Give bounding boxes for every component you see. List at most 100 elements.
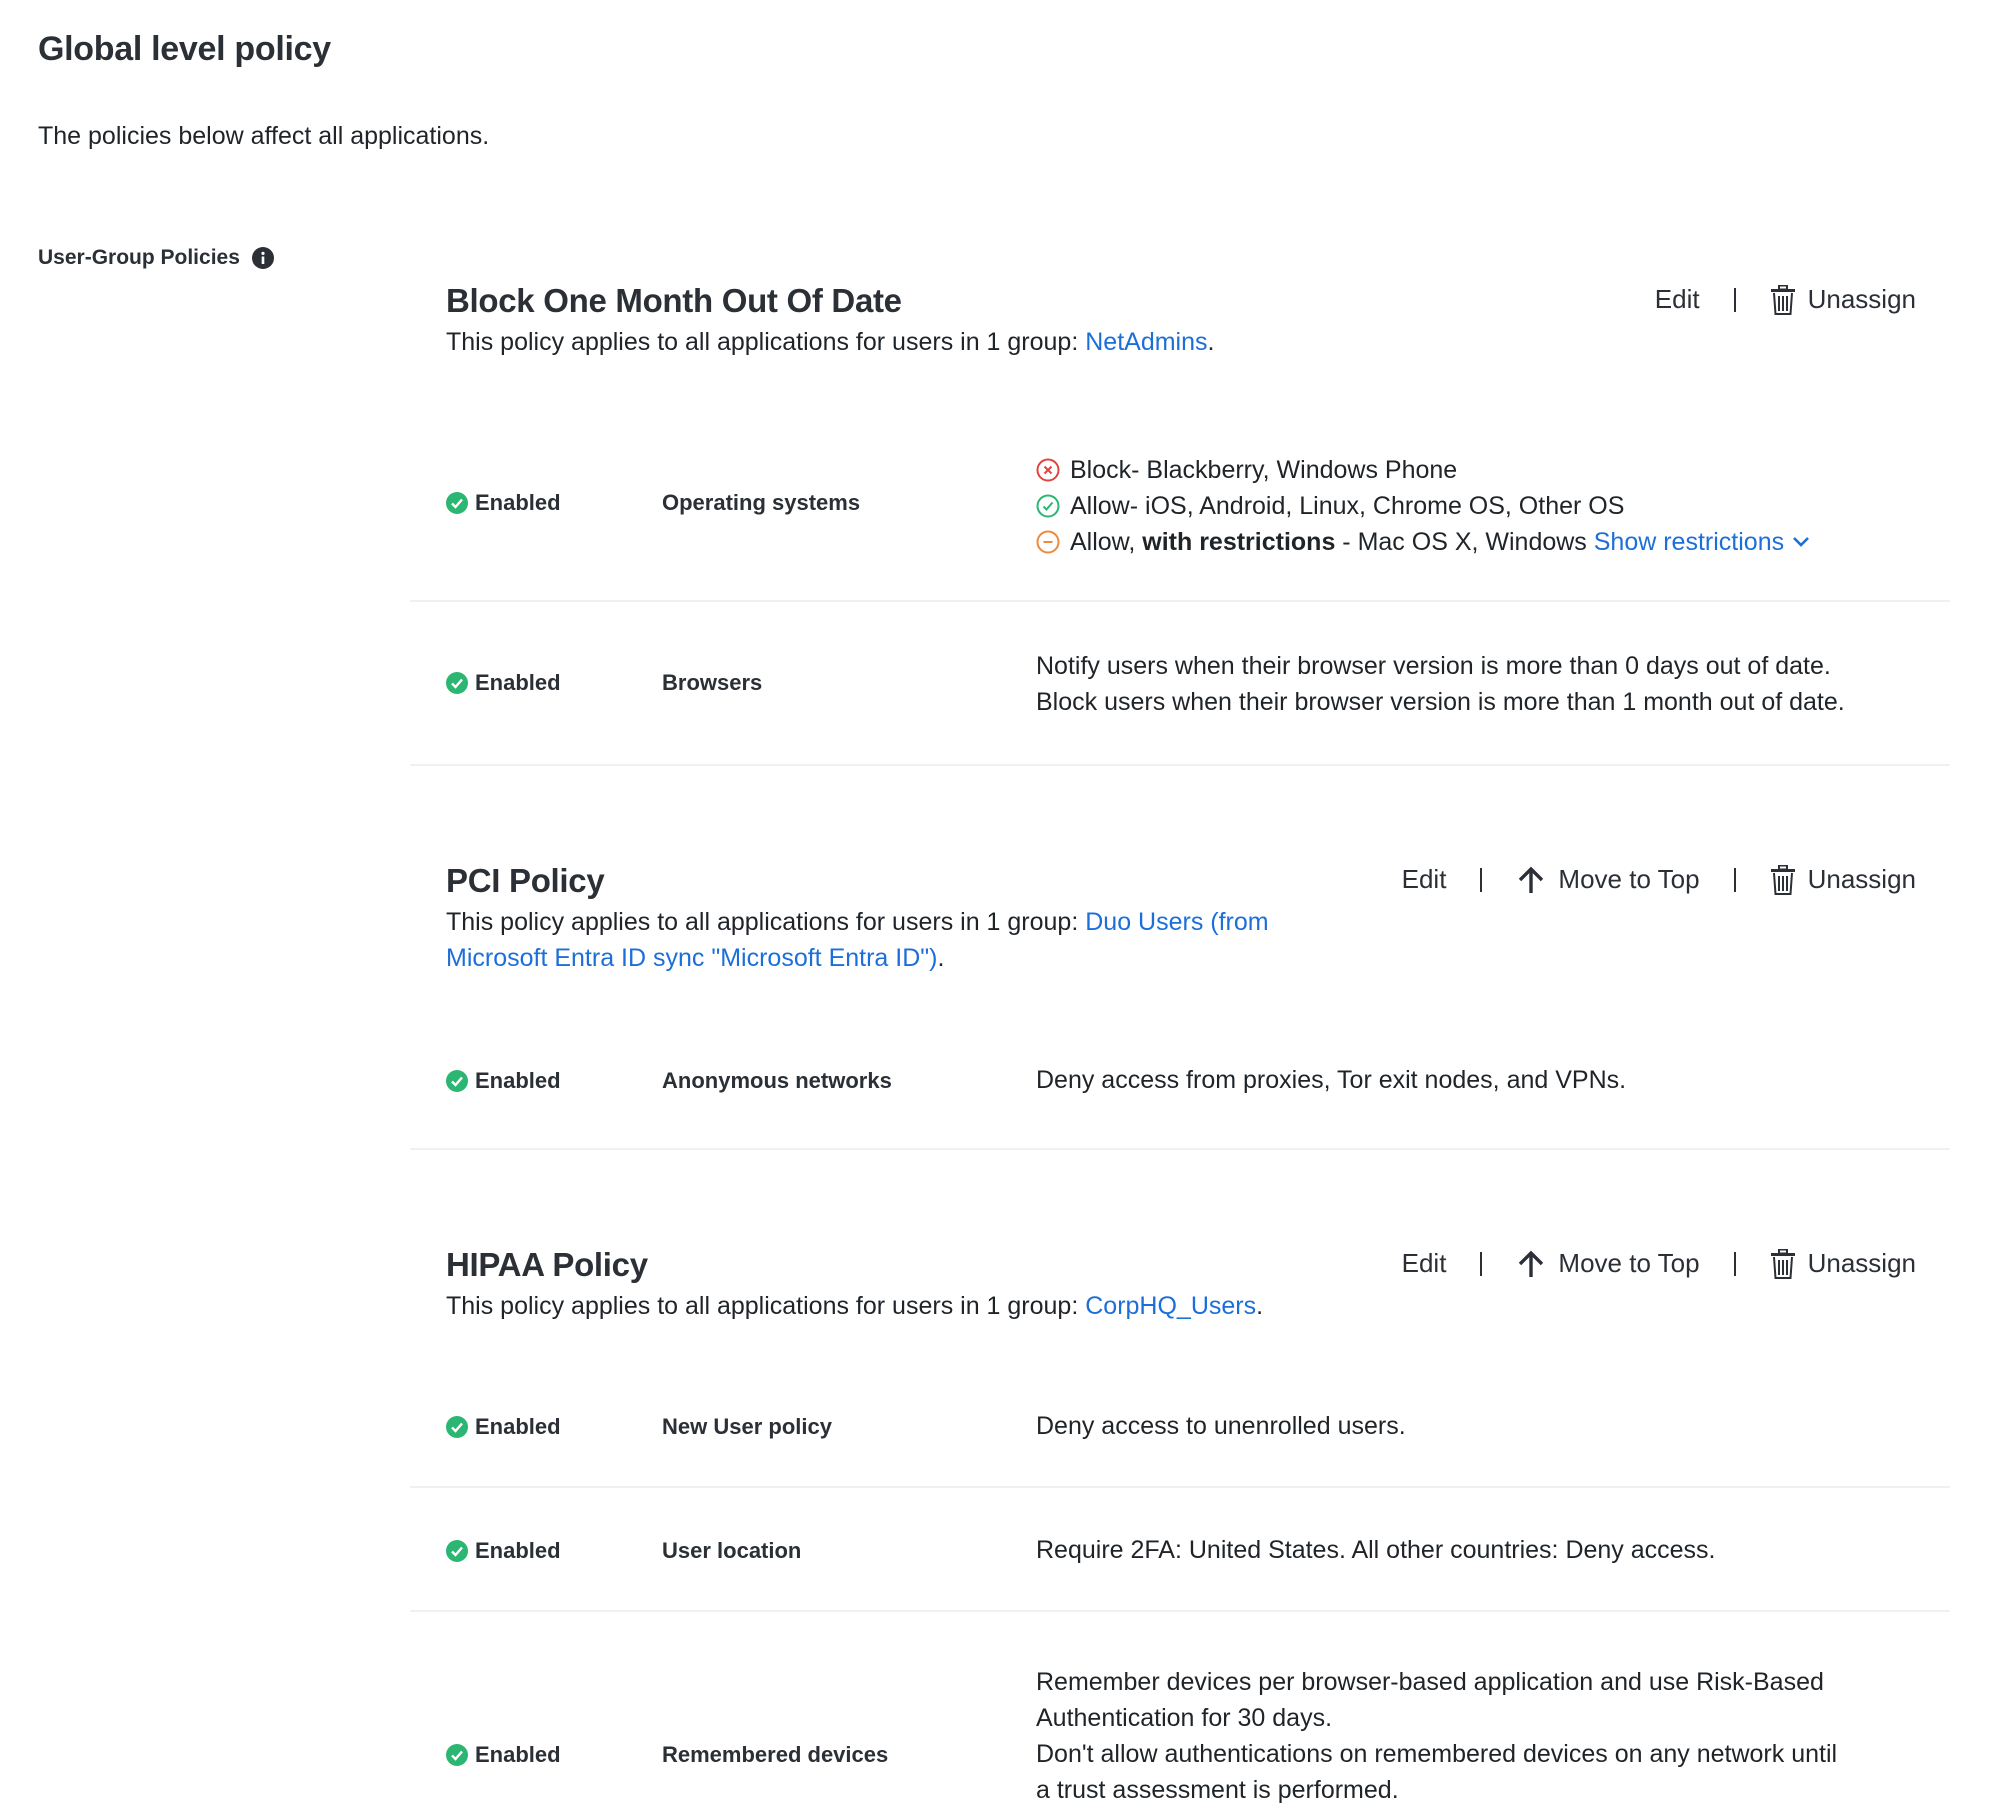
detail-line: a trust assessment is performed. bbox=[1036, 1776, 1399, 1804]
arrow-up-icon bbox=[1519, 866, 1544, 893]
status-enabled: Enabled bbox=[446, 1742, 561, 1768]
applies-prefix: This policy applies to all applications … bbox=[446, 1292, 1086, 1320]
unassign-button[interactable]: Unassign bbox=[1770, 284, 1916, 315]
page-description: The policies below affect all applicatio… bbox=[38, 122, 490, 150]
status-label: Enabled bbox=[475, 1538, 561, 1563]
chevron-down-icon[interactable] bbox=[1792, 536, 1810, 548]
trash-icon bbox=[1770, 284, 1795, 315]
policy-title: Block One Month Out Of Date bbox=[446, 282, 902, 319]
status-label: Enabled bbox=[475, 490, 561, 515]
unassign-label: Unassign bbox=[1807, 864, 1916, 894]
action-divider bbox=[1733, 867, 1736, 892]
policy-applies-text: This policy applies to all applications … bbox=[446, 324, 1356, 360]
setting-name: Browsers bbox=[662, 670, 763, 695]
setting-detail: Block - Blackberry, Windows Phone Allow … bbox=[1036, 452, 1820, 560]
trash-icon bbox=[1770, 1248, 1795, 1279]
applies-suffix: . bbox=[1207, 328, 1215, 356]
setting-name: Anonymous networks bbox=[662, 1068, 892, 1093]
os-restrict-line: Allow, with restrictions - Mac OS X, Win… bbox=[1036, 524, 1820, 560]
setting-name: Operating systems bbox=[662, 490, 861, 515]
policy-actions: Edit Move to Top Unassign bbox=[1402, 1248, 1916, 1279]
check-circle-icon bbox=[446, 1070, 468, 1092]
os-allow-list: - iOS, Android, Linux, Chrome OS, Other … bbox=[1129, 492, 1625, 520]
status-label: Enabled bbox=[475, 670, 561, 695]
os-allow-line: Allow - iOS, Android, Linux, Chrome OS, … bbox=[1036, 488, 1820, 524]
policy-row-remembered-devices: Enabled Remembered devices Remember devi… bbox=[410, 1612, 1950, 1812]
unassign-label: Unassign bbox=[1807, 284, 1916, 314]
status-enabled: Enabled bbox=[446, 1414, 561, 1440]
group-link[interactable]: CorpHQ_Users bbox=[1085, 1292, 1256, 1320]
detail-line: Require 2FA: United States. All other co… bbox=[1036, 1536, 1716, 1564]
os-allow-label: Allow bbox=[1070, 492, 1130, 520]
detail-line: Remember devices per browser-based appli… bbox=[1036, 1668, 1824, 1696]
section-label-text: User-Group Policies bbox=[38, 246, 240, 269]
action-divider bbox=[1480, 1251, 1483, 1276]
section-label-user-group-policies: User-Group Policies bbox=[38, 246, 274, 270]
allow-circle-icon bbox=[1036, 494, 1060, 518]
os-block-label: Block bbox=[1070, 456, 1132, 484]
arrow-up-icon bbox=[1519, 1250, 1544, 1277]
policy-applies-text: This policy applies to all applications … bbox=[446, 904, 1356, 976]
applies-prefix: This policy applies to all applications … bbox=[446, 328, 1086, 356]
action-divider bbox=[1733, 287, 1736, 312]
trash-icon bbox=[1770, 864, 1795, 895]
policy-title: HIPAA Policy bbox=[446, 1246, 648, 1283]
detail-line: Don't allow authentications on remembere… bbox=[1036, 1740, 1838, 1768]
detail-line: Block users when their browser version i… bbox=[1036, 688, 1845, 716]
setting-name: User location bbox=[662, 1538, 802, 1563]
move-to-top-button[interactable]: Move to Top bbox=[1516, 1248, 1700, 1279]
block-circle-icon bbox=[1036, 458, 1060, 482]
os-restrict-label: Allow, bbox=[1070, 528, 1143, 556]
group-link[interactable]: NetAdmins bbox=[1085, 328, 1207, 356]
policy-applies-text: This policy applies to all applications … bbox=[446, 1288, 1356, 1324]
check-circle-icon bbox=[446, 1416, 468, 1438]
check-circle-icon bbox=[446, 1540, 468, 1562]
action-divider bbox=[1733, 1251, 1736, 1276]
move-to-top-label: Move to Top bbox=[1558, 1248, 1700, 1278]
unassign-button[interactable]: Unassign bbox=[1770, 864, 1916, 895]
policy-row-user-location: Enabled User location Require 2FA: Unite… bbox=[410, 1488, 1950, 1612]
setting-detail: Deny access from proxies, Tor exit nodes… bbox=[1036, 1062, 1626, 1098]
status-label: Enabled bbox=[475, 1742, 561, 1767]
check-circle-icon bbox=[446, 1744, 468, 1766]
status-enabled: Enabled bbox=[446, 490, 561, 516]
policy-row-operating-systems: Enabled Operating systems Block - Blackb… bbox=[410, 440, 1950, 602]
os-restrict-bold: with restrictions bbox=[1142, 528, 1336, 556]
setting-detail: Remember devices per browser-based appli… bbox=[1036, 1664, 1837, 1808]
status-label: Enabled bbox=[475, 1068, 561, 1093]
policy-title: PCI Policy bbox=[446, 862, 605, 899]
os-block-list: - Blackberry, Windows Phone bbox=[1131, 456, 1458, 484]
check-circle-icon bbox=[446, 672, 468, 694]
setting-detail: Deny access to unenrolled users. bbox=[1036, 1408, 1406, 1444]
show-restrictions-link[interactable]: Show restrictions bbox=[1594, 524, 1784, 560]
status-label: Enabled bbox=[475, 1414, 561, 1439]
status-enabled: Enabled bbox=[446, 670, 561, 696]
setting-detail: Require 2FA: United States. All other co… bbox=[1036, 1532, 1716, 1568]
setting-name: Remembered devices bbox=[662, 1742, 889, 1767]
status-enabled: Enabled bbox=[446, 1538, 561, 1564]
os-restrict-list: - Mac OS X, Windows bbox=[1335, 528, 1594, 556]
edit-button[interactable]: Edit bbox=[1655, 284, 1700, 315]
applies-suffix: . bbox=[1256, 1292, 1264, 1320]
page-title: Global level policy bbox=[38, 30, 331, 68]
policy-row-browsers: Enabled Browsers Notify users when their… bbox=[410, 602, 1950, 766]
detail-line: Deny access to unenrolled users. bbox=[1036, 1412, 1406, 1440]
policy-row-new-user-policy: Enabled New User policy Deny access to u… bbox=[410, 1362, 1950, 1488]
edit-button[interactable]: Edit bbox=[1402, 864, 1447, 895]
detail-line: Notify users when their browser version … bbox=[1036, 652, 1831, 680]
action-divider bbox=[1480, 867, 1483, 892]
edit-button[interactable]: Edit bbox=[1402, 1248, 1447, 1279]
move-to-top-button[interactable]: Move to Top bbox=[1516, 864, 1700, 895]
restrict-circle-icon bbox=[1036, 530, 1060, 554]
unassign-label: Unassign bbox=[1807, 1248, 1916, 1278]
detail-line: Deny access from proxies, Tor exit nodes… bbox=[1036, 1066, 1627, 1094]
status-enabled: Enabled bbox=[446, 1068, 561, 1094]
policy-row-anonymous-networks: Enabled Anonymous networks Deny access f… bbox=[410, 1022, 1950, 1150]
applies-suffix: . bbox=[937, 944, 945, 972]
unassign-button[interactable]: Unassign bbox=[1770, 1248, 1916, 1279]
detail-line: Authentication for 30 days. bbox=[1036, 1704, 1333, 1732]
os-block-line: Block - Blackberry, Windows Phone bbox=[1036, 452, 1820, 488]
info-icon[interactable] bbox=[251, 247, 274, 269]
policy-actions: Edit Unassign bbox=[1655, 284, 1916, 315]
move-to-top-label: Move to Top bbox=[1558, 864, 1700, 894]
